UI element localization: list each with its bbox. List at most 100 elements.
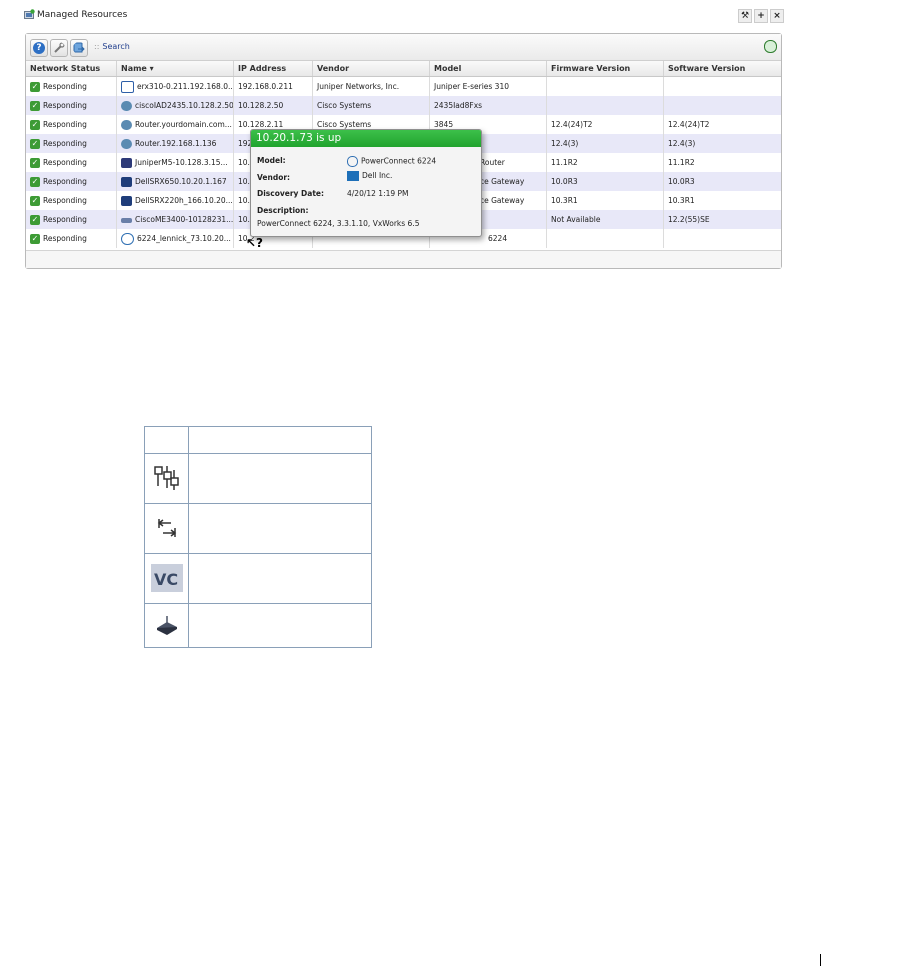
software-cell	[664, 77, 781, 96]
portlet-titlebar: Managed Resources ⚒ + ×	[24, 9, 784, 23]
check-icon: ✓	[30, 82, 40, 92]
firmware-cell: 12.4(3)	[547, 134, 664, 153]
table-row[interactable]: ✓ Responding erx310-0.211.192.168.0... 19…	[26, 77, 781, 96]
svg-text:VC: VC	[154, 570, 178, 589]
software-cell: 10.3R1	[668, 196, 695, 205]
export-icon	[73, 42, 85, 53]
firmware-cell: Not Available	[547, 210, 664, 229]
legend-description-cell	[188, 553, 372, 604]
legend-row: VC	[144, 553, 372, 604]
device-name: Router.192.168.1.136	[135, 139, 217, 148]
popup-model-value: PowerConnect 6224	[347, 156, 436, 167]
status-cell: ✓ Responding	[26, 115, 117, 134]
model-cell: 2435Iad8Fxs	[430, 96, 547, 115]
software-cell	[664, 229, 781, 248]
column-vendor[interactable]: Vendor	[313, 61, 430, 76]
cisco-router-icon	[121, 120, 132, 130]
check-icon: ✓	[30, 177, 40, 187]
wrench-icon	[54, 42, 65, 53]
refresh-status-icon[interactable]	[764, 40, 777, 53]
help-cursor-icon: ↖?	[246, 236, 264, 250]
firmware-cell: 12.4(24)T2	[547, 115, 664, 134]
popup-description-label: Description:	[257, 206, 309, 215]
status-text: Responding	[43, 101, 87, 110]
column-firmware-version[interactable]: Firmware Version	[547, 61, 664, 76]
legend-header-description	[188, 426, 372, 454]
status-cell: ✓ Responding	[26, 134, 117, 153]
check-icon: ✓	[30, 101, 40, 111]
juniper-router-icon	[121, 158, 132, 168]
status-cell: ✓ Responding	[26, 77, 117, 96]
switch-stack-icon	[153, 465, 179, 490]
software-cell: 12.2(55)SE	[668, 215, 710, 224]
help-icon: ?	[33, 42, 45, 54]
close-button[interactable]: ×	[770, 9, 784, 23]
check-icon: ✓	[30, 120, 40, 130]
software-cell: 12.4(3)	[668, 139, 696, 148]
settings-button[interactable]	[50, 39, 68, 57]
device-name: erx310-0.211.192.168.0...	[137, 82, 234, 91]
legend-description-cell	[188, 453, 372, 504]
legend-icon-cell	[144, 503, 189, 554]
device-name: ciscoIAD2435.10.128.2.50	[135, 101, 234, 110]
settings-wrench-button[interactable]: ⚒	[738, 9, 752, 23]
managed-resources-icon	[24, 9, 35, 19]
name-cell: 6224_lennick_73.10.20...	[117, 229, 234, 248]
popup-model-label: Model:	[257, 156, 286, 165]
maximize-button[interactable]: +	[754, 9, 768, 23]
column-software-version[interactable]: Software Version	[664, 61, 781, 76]
status-cell: ✓ Responding	[26, 229, 117, 248]
firmware-cell: 10.3R1	[547, 191, 664, 210]
device-name: DellSRX650.10.20.1.167	[135, 177, 227, 186]
column-network-status[interactable]: Network Status	[26, 61, 117, 76]
legend-header-icon	[144, 426, 189, 454]
help-button[interactable]: ?	[30, 39, 48, 57]
software-cell	[664, 96, 781, 115]
column-model[interactable]: Model	[430, 61, 547, 76]
ip-cell: 192.168.0.211	[234, 77, 313, 96]
name-cell: CiscoME3400-10128231...	[117, 210, 234, 229]
juniper-erx-icon	[121, 81, 134, 93]
cisco-router-icon	[121, 139, 132, 149]
firmware-cell: 10.0R3	[547, 172, 664, 191]
virtual-chassis-icon: VC	[150, 563, 183, 592]
portlet-title: Managed Resources	[37, 10, 128, 20]
software-cell: 11.1R2	[668, 158, 695, 167]
dell-logo-icon	[347, 156, 358, 167]
firmware-cell: 11.1R2	[547, 153, 664, 172]
popup-model-text: PowerConnect 6224	[361, 156, 437, 166]
srx-gateway-icon	[121, 196, 132, 206]
column-ip-address[interactable]: IP Address	[234, 61, 313, 76]
dell-logo-icon	[121, 233, 134, 245]
firmware-cell	[547, 96, 664, 115]
check-icon: ✓	[30, 196, 40, 206]
device-name: JuniperM5-10.128.3.15...	[135, 158, 228, 167]
table-row[interactable]: ✓ Responding ciscoIAD2435.10.128.2.50 10.…	[26, 96, 781, 115]
status-text: Responding	[43, 196, 87, 205]
status-text: Responding	[43, 234, 87, 243]
status-text: Responding	[43, 177, 87, 186]
check-icon: ✓	[30, 234, 40, 244]
device-name: Router.yourdomain.com...	[135, 120, 232, 129]
column-name[interactable]: Name ▾	[117, 61, 234, 76]
status-text: Responding	[43, 82, 87, 91]
software-cell: 12.4(24)T2	[668, 120, 710, 129]
grid-footer	[26, 250, 781, 268]
popup-vendor-label: Vendor:	[257, 173, 291, 182]
legend-row	[144, 453, 372, 504]
search-link[interactable]: :: Search	[94, 42, 130, 51]
legend-description-cell	[188, 503, 372, 554]
model-cell: Juniper E-series 310	[430, 77, 547, 96]
router-icon	[156, 615, 177, 635]
popup-description-value: PowerConnect 6224, 3.3.1.10, VxWorks 6.5	[257, 219, 420, 228]
legend-icon-cell: VC	[144, 553, 189, 604]
status-cell: ✓ Responding	[26, 191, 117, 210]
device-name: 6224_lennick_73.10.20...	[137, 234, 231, 243]
portlet-controls: ⚒ + ×	[738, 9, 784, 23]
software-cell: 10.0R3	[668, 177, 695, 186]
switch-icon	[121, 217, 132, 223]
status-cell: ✓ Responding	[26, 153, 117, 172]
export-button[interactable]	[70, 39, 88, 57]
device-hover-popup: 10.20.1.73 is up Model: PowerConnect 622…	[250, 129, 482, 237]
vendor-cell: Juniper Networks, Inc.	[313, 77, 430, 96]
